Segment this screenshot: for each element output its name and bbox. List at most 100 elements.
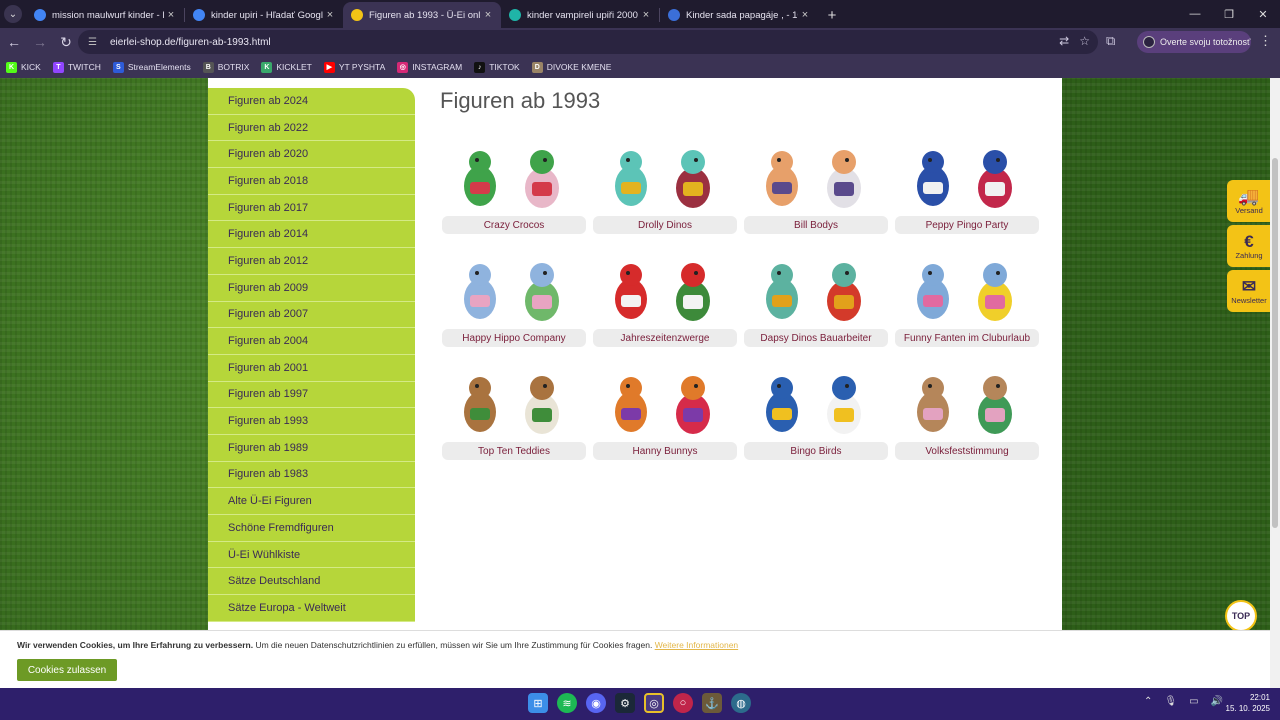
product-card[interactable]: Bill Bodys: [744, 140, 888, 256]
tab-close-icon[interactable]: ×: [323, 9, 337, 21]
address-bar[interactable]: ☰ eierlei-shop.de/figuren-ab-1993.html ⇄…: [78, 30, 1098, 54]
sidebar-item[interactable]: Figuren ab 2004: [208, 328, 415, 355]
new-tab-button[interactable]: +: [818, 2, 846, 28]
sidebar-item[interactable]: Figuren ab 2001: [208, 354, 415, 382]
bookmark-item[interactable]: T TWITCH: [52, 61, 101, 73]
product-name[interactable]: Peppy Pingo Party: [895, 216, 1039, 234]
bookmark-item[interactable]: ◎ INSTAGRAM: [397, 61, 462, 73]
close-window-icon[interactable]: ✕: [1246, 0, 1280, 28]
browser-tab[interactable]: Figuren ab 1993 - Ü-Ei online S×: [343, 2, 501, 28]
product-name[interactable]: Hanny Bunnys: [593, 442, 737, 460]
product-image[interactable]: [450, 368, 578, 440]
sidebar-item[interactable]: Figuren ab 1983: [208, 461, 415, 489]
bookmark-item[interactable]: D DIVOKE KMENE: [531, 61, 611, 73]
sidebar-item[interactable]: Sätze Europa - Weltweit: [208, 595, 415, 622]
sidebar-item[interactable]: Figuren ab 2014: [208, 221, 415, 249]
tab-close-icon[interactable]: ×: [639, 9, 653, 21]
sidebar-item[interactable]: Figuren ab 2020: [208, 141, 415, 169]
product-card[interactable]: Peppy Pingo Party: [895, 140, 1039, 256]
opera-icon[interactable]: ○: [673, 693, 693, 713]
product-name[interactable]: Bingo Birds: [744, 442, 888, 460]
cookies-allow-button[interactable]: Cookies zulassen: [17, 659, 117, 681]
browser-tab[interactable]: kinder vampireli upiři 2000 | Mi×: [501, 2, 659, 28]
sidebar-item[interactable]: Figuren ab 1997: [208, 381, 415, 409]
back-button[interactable]: ←: [2, 30, 26, 54]
discord-icon[interactable]: ◉: [586, 693, 606, 713]
sidebar-item[interactable]: Figuren ab 2012: [208, 248, 415, 275]
menu-icon[interactable]: ⋮: [1259, 33, 1272, 49]
product-card[interactable]: Crazy Crocos: [442, 140, 586, 256]
windows-start-icon[interactable]: ⊞: [528, 693, 548, 713]
tab-search-button[interactable]: ⌄: [0, 0, 26, 28]
sidebar-item[interactable]: Figuren ab 1993: [208, 408, 415, 435]
steam-icon[interactable]: ⚙: [615, 693, 635, 713]
product-image[interactable]: [752, 255, 880, 327]
bookmark-item[interactable]: ♪ TIKTOK: [474, 61, 520, 73]
sidebar-item[interactable]: Schöne Fremdfiguren: [208, 515, 415, 542]
sidebar-item[interactable]: Figuren ab 2022: [208, 114, 415, 142]
bookmark-item[interactable]: K KICK: [6, 61, 41, 73]
sidebar-item[interactable]: Figuren ab 2024: [208, 88, 415, 115]
product-name[interactable]: Drolly Dinos: [593, 216, 737, 234]
sidebar-item[interactable]: Alte Ü-Ei Figuren: [208, 488, 415, 515]
sidebar-item[interactable]: Ü-Ei Wühlkiste: [208, 541, 415, 569]
product-card[interactable]: Dapsy Dinos Bauarbeiter: [744, 253, 888, 369]
product-card[interactable]: Hanny Bunnys: [593, 366, 737, 482]
clock[interactable]: 22:01 15. 10. 2025: [1222, 692, 1270, 714]
product-image[interactable]: [601, 368, 729, 440]
site-info-icon[interactable]: ☰: [88, 37, 102, 48]
product-name[interactable]: Jahreszeitenzwerge: [593, 329, 737, 347]
product-image[interactable]: [450, 142, 578, 214]
product-name[interactable]: Bill Bodys: [744, 216, 888, 234]
product-image[interactable]: [601, 142, 729, 214]
bookmark-item[interactable]: B BOTRIX: [202, 61, 249, 73]
bookmark-item[interactable]: ▶ YT PYSHTA: [323, 61, 385, 73]
product-name[interactable]: Top Ten Teddies: [442, 442, 586, 460]
product-card[interactable]: Funny Fanten im Cluburlaub: [895, 253, 1039, 369]
product-image[interactable]: [752, 368, 880, 440]
browser-tab[interactable]: mission maulwurf kinder - Hľad×: [26, 2, 184, 28]
sidebar-item[interactable]: Figuren ab 2017: [208, 194, 415, 222]
bookmark-item[interactable]: K KICKLET: [261, 61, 312, 73]
translate-icon[interactable]: ⇄: [1059, 34, 1069, 48]
tab-close-icon[interactable]: ×: [798, 9, 812, 21]
product-card[interactable]: Top Ten Teddies: [442, 366, 586, 482]
tab-close-icon[interactable]: ×: [481, 9, 495, 21]
sidebar-item[interactable]: Figuren ab 2018: [208, 168, 415, 195]
tray-chevron-icon[interactable]: ⌃: [1144, 696, 1152, 707]
bookmark-item[interactable]: S StreamElements: [112, 61, 191, 73]
cookie-more-link[interactable]: Weitere Informationen: [655, 640, 738, 650]
tab-close-icon[interactable]: ×: [164, 9, 178, 21]
restore-icon[interactable]: ❐: [1212, 0, 1246, 28]
minimize-icon[interactable]: —: [1178, 0, 1212, 28]
product-card[interactable]: Volksfeststimmung: [895, 366, 1039, 482]
product-image[interactable]: [903, 368, 1031, 440]
forward-button[interactable]: →: [28, 30, 52, 54]
reload-button[interactable]: ↻: [54, 30, 78, 54]
product-name[interactable]: Volksfeststimmung: [895, 442, 1039, 460]
globe-icon[interactable]: ◍: [731, 693, 751, 713]
sidebar-item[interactable]: Sätze Deutschland: [208, 568, 415, 596]
product-card[interactable]: Happy Hippo Company: [442, 253, 586, 369]
profile-button[interactable]: Overte svoju totožnosť: [1137, 31, 1251, 53]
product-image[interactable]: [450, 255, 578, 327]
spotify-icon[interactable]: ≋: [557, 693, 577, 713]
network-icon[interactable]: ▭: [1189, 696, 1198, 707]
product-image[interactable]: [601, 255, 729, 327]
sidebar-item[interactable]: Figuren ab 2007: [208, 301, 415, 329]
browser-tab[interactable]: kinder upiri - Hľadať Googlom×: [185, 2, 343, 28]
sidebar-item[interactable]: Figuren ab 2009: [208, 274, 415, 302]
product-name[interactable]: Funny Fanten im Cluburlaub: [895, 329, 1039, 347]
top-button[interactable]: TOP: [1225, 600, 1257, 632]
product-name[interactable]: Happy Hippo Company: [442, 329, 586, 347]
bookmark-star-icon[interactable]: ☆: [1079, 34, 1090, 48]
payment-button[interactable]: € Zahlung: [1227, 225, 1271, 267]
product-card[interactable]: Drolly Dinos: [593, 140, 737, 256]
product-card[interactable]: Jahreszeitenzwerge: [593, 253, 737, 369]
product-name[interactable]: Crazy Crocos: [442, 216, 586, 234]
scrollbar[interactable]: [1270, 78, 1280, 688]
product-image[interactable]: [752, 142, 880, 214]
product-card[interactable]: Bingo Birds: [744, 366, 888, 482]
newsletter-button[interactable]: ✉ Newsletter: [1227, 270, 1271, 312]
microphone-icon[interactable]: 🎙: [1164, 696, 1177, 707]
